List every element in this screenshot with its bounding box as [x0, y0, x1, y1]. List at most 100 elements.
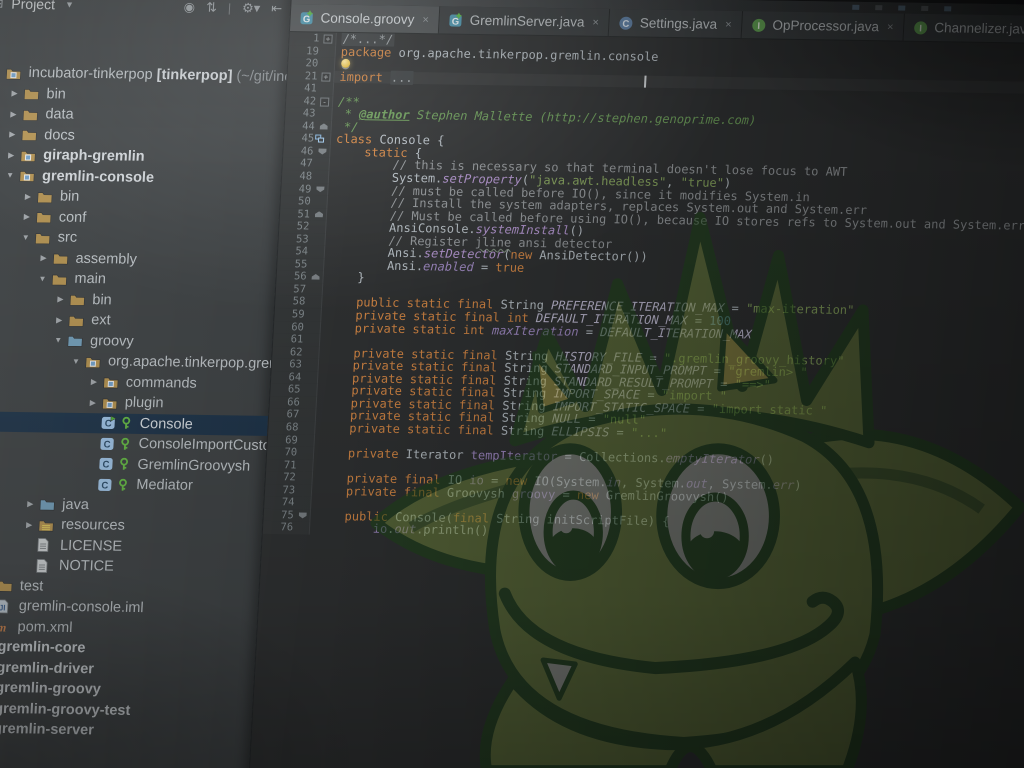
- class-icon: C: [98, 456, 118, 472]
- tab-GremlinServer.java[interactable]: GGremlinServer.java×: [439, 6, 611, 36]
- chevron-expanded-icon[interactable]: ▼: [33, 274, 51, 283]
- gutter: 51: [280, 208, 328, 221]
- tree-item-label: Console: [139, 416, 193, 433]
- tree-item-label: giraph-gremlin: [43, 147, 145, 165]
- line-number: 73: [265, 484, 296, 497]
- gutter: 45: [284, 132, 332, 145]
- fold-end-icon[interactable]: [315, 211, 323, 217]
- code-editor[interactable]: 1+/*...*/19package org.apache.tinkerpop.…: [248, 32, 1024, 768]
- tree-item-label: pom.xml: [17, 619, 73, 636]
- folder-src-icon: [67, 332, 87, 348]
- chevron-collapsed-icon[interactable]: ▶: [21, 499, 39, 508]
- chevron-expanded-icon[interactable]: ▼: [17, 233, 35, 242]
- chevron-collapsed-icon[interactable]: ▶: [51, 295, 69, 304]
- close-tab-icon[interactable]: ×: [887, 21, 894, 33]
- line-number: 46: [283, 145, 314, 158]
- folder-module-icon: [20, 147, 40, 163]
- project-panel-title: Project: [11, 0, 55, 12]
- project-tree[interactable]: ▼ incubator-tinkerpop [tinkerpop] (~/git…: [0, 18, 289, 768]
- locate-icon[interactable]: ◉: [183, 0, 195, 14]
- tree-item-label: bin: [46, 86, 66, 102]
- tree-item-label: ext: [91, 312, 111, 328]
- chevron-collapsed-icon[interactable]: ▶: [34, 253, 52, 262]
- tab-Settings.java[interactable]: CSettings.java×: [609, 9, 743, 38]
- line-number: 54: [278, 245, 309, 258]
- chevron-collapsed-icon[interactable]: ▶: [5, 89, 23, 98]
- line-number: 68: [268, 421, 299, 434]
- class-gutter-icon[interactable]: [315, 135, 325, 144]
- gutter: 47: [282, 157, 330, 170]
- tab-Channelizer.java[interactable]: IChannelizer.java×: [904, 14, 1024, 43]
- chevron-collapsed-icon[interactable]: ▶: [20, 520, 38, 529]
- line-number: 55: [277, 258, 308, 271]
- toolbar-mini-icon[interactable]: [898, 6, 905, 11]
- chevron-collapsed-icon[interactable]: ▶: [50, 315, 68, 324]
- chevron-expanded-icon[interactable]: ▼: [1, 171, 19, 180]
- project-panel: ⊞ Project ▼ ◉⇅|⚙▾⇤ ▼ incubator-tinkerpop…: [0, 0, 292, 768]
- folder-src-icon: [39, 496, 59, 512]
- chevron-collapsed-icon[interactable]: ▶: [2, 150, 20, 159]
- line-number: 72: [265, 471, 296, 484]
- toolbar-mini-icon[interactable]: [875, 5, 882, 10]
- folder-icon: [51, 271, 71, 287]
- gutter: 62: [272, 346, 320, 359]
- chevron-collapsed-icon[interactable]: ▶: [85, 377, 103, 386]
- fold-marker-icon[interactable]: +: [323, 35, 332, 44]
- fold-marker-icon[interactable]: +: [321, 72, 330, 81]
- chevron-collapsed-icon[interactable]: ▶: [84, 398, 102, 407]
- folder-icon: [23, 86, 43, 102]
- line-number: 48: [282, 170, 313, 183]
- chevron-down-icon[interactable]: ▼: [65, 0, 74, 10]
- tree-item-label: gremlin-groovy: [0, 680, 101, 698]
- chevron-expanded-icon[interactable]: ▼: [49, 336, 67, 345]
- chevron-collapsed-icon[interactable]: ▶: [18, 212, 36, 221]
- chevron-expanded-icon[interactable]: ▼: [67, 356, 85, 365]
- gutter: 20: [288, 57, 336, 70]
- settings-gear-icon[interactable]: ⚙▾: [242, 0, 261, 15]
- toolbar-mini-icon[interactable]: [921, 6, 928, 11]
- intention-bulb-icon[interactable]: [341, 59, 350, 68]
- file-iml-icon: JI: [0, 598, 15, 614]
- gutter: 71: [266, 459, 314, 472]
- chevron-collapsed-icon[interactable]: ▶: [3, 130, 21, 139]
- fold-start-icon[interactable]: [318, 148, 326, 154]
- fold-start-icon[interactable]: [316, 186, 324, 192]
- folder-pkg-icon: [102, 374, 122, 390]
- folder-icon: [34, 229, 54, 245]
- close-tab-icon[interactable]: ×: [592, 16, 599, 28]
- fold-marker-icon[interactable]: -: [320, 97, 329, 106]
- gutter: 74: [264, 496, 312, 509]
- tree-item-gremlin-server[interactable]: gremlin-server: [0, 718, 251, 743]
- hide-panel-icon[interactable]: ⇤: [271, 0, 283, 15]
- tree-item-label: docs: [44, 127, 75, 143]
- line-number: 59: [274, 308, 305, 321]
- toolbar-mini-icon[interactable]: [944, 6, 951, 11]
- tree-item-label: LICENSE: [60, 538, 123, 555]
- tab-OpProcessor.java[interactable]: IOpProcessor.java×: [742, 11, 905, 41]
- line-number: 69: [267, 433, 298, 446]
- gutter: 65: [270, 383, 318, 396]
- tree-item-label: bin: [60, 189, 80, 205]
- gutter: 54: [278, 245, 326, 258]
- toolbar-mini-icon[interactable]: [852, 5, 859, 10]
- line-number: 41: [286, 82, 317, 95]
- tab-Console.groovy[interactable]: GConsole.groovy×: [290, 4, 441, 33]
- line-number: 70: [267, 446, 298, 459]
- line-number: 53: [278, 233, 309, 246]
- close-tab-icon[interactable]: ×: [422, 14, 429, 26]
- svg-text:JI: JI: [0, 603, 6, 612]
- chevron-collapsed-icon[interactable]: ▶: [4, 109, 22, 118]
- collapse-all-icon[interactable]: ⇅: [206, 0, 218, 14]
- line-number: 21: [287, 70, 318, 83]
- fold-start-icon[interactable]: [299, 512, 307, 518]
- folder-pkg-icon: [85, 353, 105, 369]
- line-number: 58: [275, 295, 306, 308]
- line-number: 63: [272, 358, 303, 371]
- close-tab-icon[interactable]: ×: [725, 18, 732, 30]
- fold-end-icon[interactable]: [311, 274, 319, 280]
- fold-end-icon[interactable]: [320, 123, 328, 129]
- tree-item-label: conf: [58, 209, 86, 225]
- line-number: 65: [270, 383, 301, 396]
- tree-item-label: gremlin-core: [0, 639, 86, 656]
- chevron-collapsed-icon[interactable]: ▶: [19, 192, 37, 201]
